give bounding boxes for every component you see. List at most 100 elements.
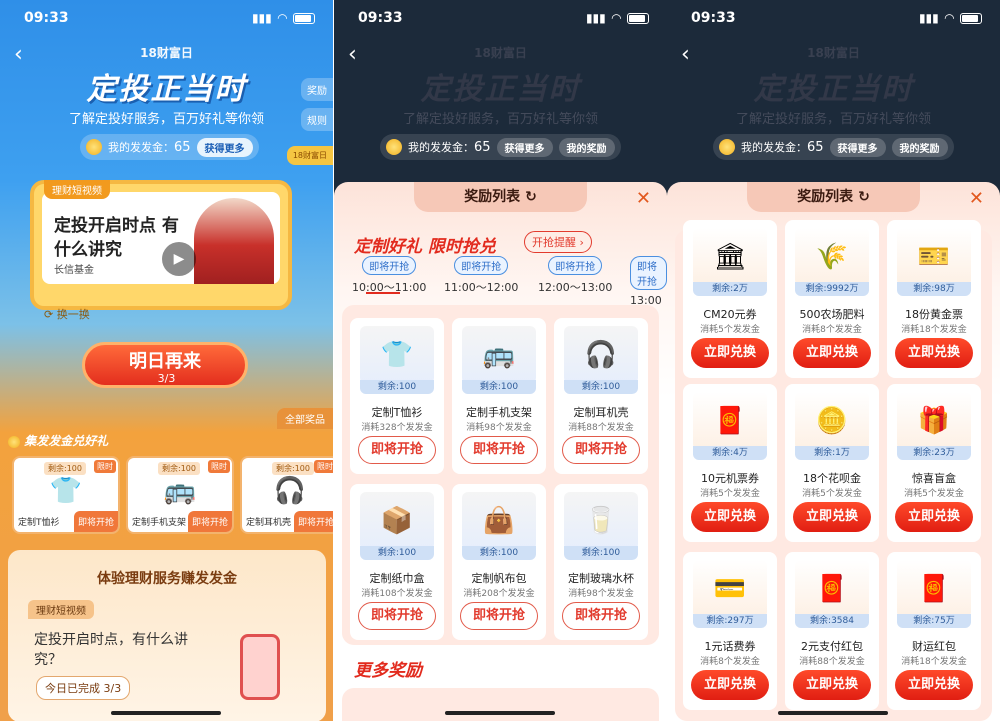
- reward-image: 🎫: [897, 228, 971, 286]
- screen-campaign-home: 09:33 ▮▮▮ ◠ ‹ 18财富日 定投正当时 了解定投好服务，百万好礼等你领…: [0, 0, 333, 721]
- play-icon[interactable]: ▶: [162, 242, 196, 276]
- product-card[interactable]: 🥛 剩余:100 定制玻璃水杯 消耗98个发发金 即将开抢: [554, 484, 648, 640]
- time-slot[interactable]: 即将开抢 12:00～13:00: [538, 256, 612, 295]
- redeem-button[interactable]: 立即兑换: [793, 502, 871, 532]
- product-action-button[interactable]: 即将开抢: [460, 436, 538, 464]
- reward-card[interactable]: 💳 剩余:297万 1元话费券 消耗8个发发金 立即兑换: [683, 552, 777, 710]
- close-icon[interactable]: ✕: [636, 188, 651, 209]
- reward-card[interactable]: 🧧 剩余:75万 财运红包 消耗18个发发金 立即兑换: [887, 552, 981, 710]
- reward-card[interactable]: 🎁 剩余:23万 惊喜盲盒 消耗5个发发金 立即兑换: [887, 384, 981, 542]
- reward-image: 🪙: [795, 392, 869, 450]
- redeem-button[interactable]: 立即兑换: [793, 338, 871, 368]
- side-tab-reward[interactable]: 奖励: [301, 78, 333, 101]
- product-remain: 剩余:100: [564, 546, 638, 560]
- redeem-button[interactable]: 立即兑换: [895, 502, 973, 532]
- mystery-box-icon: 🎁: [917, 406, 951, 436]
- product-name: 定制纸巾盒: [369, 572, 425, 585]
- video-tag: 理财短视频: [44, 180, 110, 199]
- all-prizes-link[interactable]: 全部奖品: [277, 408, 333, 429]
- limit-badge: 限时: [94, 460, 116, 473]
- mini-label: 定制耳机壳: [246, 518, 292, 528]
- reward-card[interactable]: 🌾 剩余:9992万 500农场肥料 消耗8个发发金 立即兑换: [785, 220, 879, 378]
- reward-name: CM20元券: [703, 308, 757, 321]
- status-icons: ▮▮▮ ◠: [586, 11, 649, 25]
- product-image: 🎧: [564, 326, 638, 384]
- reward-name: 财运红包: [912, 640, 956, 653]
- product-action-button[interactable]: 即将开抢: [358, 436, 436, 464]
- video-card[interactable]: 定投开启时点 有什么讲究 长信基金 ▶ 理财短视频: [30, 180, 292, 310]
- product-action-button[interactable]: 即将开抢: [562, 436, 640, 464]
- remind-button[interactable]: 开抢提醒 ›: [524, 231, 592, 253]
- reward-image: 🏛: [693, 228, 767, 286]
- redeem-button[interactable]: 立即兑换: [895, 338, 973, 368]
- brand-logo: 18财富日: [140, 46, 193, 60]
- reward-cost: 消耗5个发发金: [904, 489, 964, 499]
- product-card[interactable]: 🎧 剩余:100 定制耳机壳 消耗88个发发金 即将开抢: [554, 318, 648, 474]
- time-slot[interactable]: 即将开抢 11:00～12:00: [444, 256, 518, 295]
- home-indicator: [445, 711, 555, 715]
- reward-card[interactable]: 🧧 剩余:4万 10元机票券 消耗5个发发金 立即兑换: [683, 384, 777, 542]
- reward-card[interactable]: 🏛 剩余:2万 CM20元券 消耗5个发发金立即兑换: [683, 220, 777, 378]
- mini-prize-card[interactable]: 剩余:100 限时 🚌 定制手机支架 即将开抢: [126, 456, 234, 534]
- status-icons: ▮▮▮ ◠: [252, 11, 315, 25]
- earphone-case-icon: 🎧: [273, 475, 307, 506]
- reward-name: 1元话费券: [704, 640, 756, 653]
- redeem-button[interactable]: 立即兑换: [793, 670, 871, 700]
- modal-title-text: 奖励列表: [797, 189, 854, 205]
- tissue-box-icon: 📦: [380, 506, 414, 536]
- close-icon[interactable]: ✕: [969, 188, 984, 209]
- mini-prize-card[interactable]: 剩余:100 限时 👕 定制T恤衫 即将开抢: [12, 456, 120, 534]
- product-action-button[interactable]: 即将开抢: [562, 602, 640, 630]
- redeem-button[interactable]: 立即兑换: [691, 502, 769, 532]
- product-action-button[interactable]: 即将开抢: [460, 602, 538, 630]
- get-more-button[interactable]: 获得更多: [496, 137, 553, 157]
- reward-card[interactable]: 🧧 剩余:3584 2元支付红包 消耗88个发发金 立即兑换: [785, 552, 879, 710]
- product-name: 定制耳机壳: [573, 406, 629, 419]
- product-remain: 剩余:100: [462, 546, 536, 560]
- my-rewards-button[interactable]: 我的奖励: [891, 137, 948, 157]
- redeem-button[interactable]: 立即兑换: [691, 338, 769, 368]
- reward-card[interactable]: 🪙 剩余:1万 18个花呗金 消耗5个发发金 立即兑换: [785, 384, 879, 542]
- refresh-icon[interactable]: ↻: [525, 189, 537, 205]
- gold-balance-bar: 我的发发金： 65 获得更多 我的奖励: [713, 134, 954, 160]
- product-card[interactable]: 📦 剩余:100 定制纸巾盒 消耗108个发发金 即将开抢: [350, 484, 444, 640]
- mini-action-button[interactable]: 即将开抢: [293, 511, 333, 532]
- reward-cost: 消耗18个发发金: [901, 325, 967, 335]
- my-rewards-button[interactable]: 我的奖励: [558, 137, 615, 157]
- status-time: 09:33: [24, 10, 69, 26]
- event-badge[interactable]: 18财富日: [286, 146, 333, 165]
- time-slot[interactable]: 即将开抢 10:00～11:00: [352, 256, 426, 295]
- mini-action-button[interactable]: 即将开抢: [73, 511, 118, 532]
- reward-remain: 剩余:2万: [693, 282, 767, 296]
- status-bar: 09:33 ▮▮▮ ◠: [358, 8, 649, 28]
- swap-button[interactable]: ⟳ 换一换: [44, 306, 90, 322]
- product-card[interactable]: 👜 剩余:100 定制帆布包 消耗208个发发金 即将开抢: [452, 484, 546, 640]
- mini-prize-card[interactable]: 剩余:100 限时 🎧 定制耳机壳 即将开抢: [240, 456, 333, 534]
- wifi-icon: ◠: [611, 11, 621, 25]
- product-card[interactable]: 🚌 剩余:100 定制手机支架 消耗98个发发金 即将开抢: [452, 318, 546, 474]
- get-more-button[interactable]: 获得更多: [196, 137, 253, 157]
- product-card[interactable]: 👕 剩余:100 定制T恤衫 消耗328个发发金 即将开抢: [350, 318, 444, 474]
- red-packet-icon: 🧧: [815, 574, 849, 604]
- refresh-icon[interactable]: ↻: [858, 189, 870, 205]
- redeem-button[interactable]: 立即兑换: [691, 670, 769, 700]
- reward-remain: 剩余:1万: [795, 446, 869, 460]
- signal-icon: ▮▮▮: [251, 11, 272, 25]
- page-title: 定投正当时: [420, 72, 581, 107]
- completed-badge: 今日已完成 3/3: [36, 676, 131, 700]
- reward-image: 🎁: [897, 392, 971, 450]
- phone-stand-icon: 🚌: [482, 340, 516, 370]
- page-subtitle: 了解定投好服务，百万好礼等你领: [735, 112, 931, 127]
- reward-cost: 消耗88个发发金: [799, 657, 865, 667]
- reward-cost: 消耗5个发发金: [700, 325, 760, 335]
- reward-card[interactable]: 🎫 剩余:98万 18份黄金票 消耗18个发发金 立即兑换: [887, 220, 981, 378]
- product-remain: 剩余:100: [360, 546, 434, 560]
- get-more-button[interactable]: 获得更多: [829, 137, 886, 157]
- redeem-button[interactable]: 立即兑换: [895, 670, 973, 700]
- wifi-icon: ◠: [944, 11, 954, 25]
- product-action-button[interactable]: 即将开抢: [358, 602, 436, 630]
- fortune-packet-icon: 🧧: [917, 574, 951, 604]
- side-tab-rules[interactable]: 规则: [301, 108, 333, 131]
- mini-action-button[interactable]: 即将开抢: [187, 511, 232, 532]
- gold-value: 65: [474, 139, 491, 155]
